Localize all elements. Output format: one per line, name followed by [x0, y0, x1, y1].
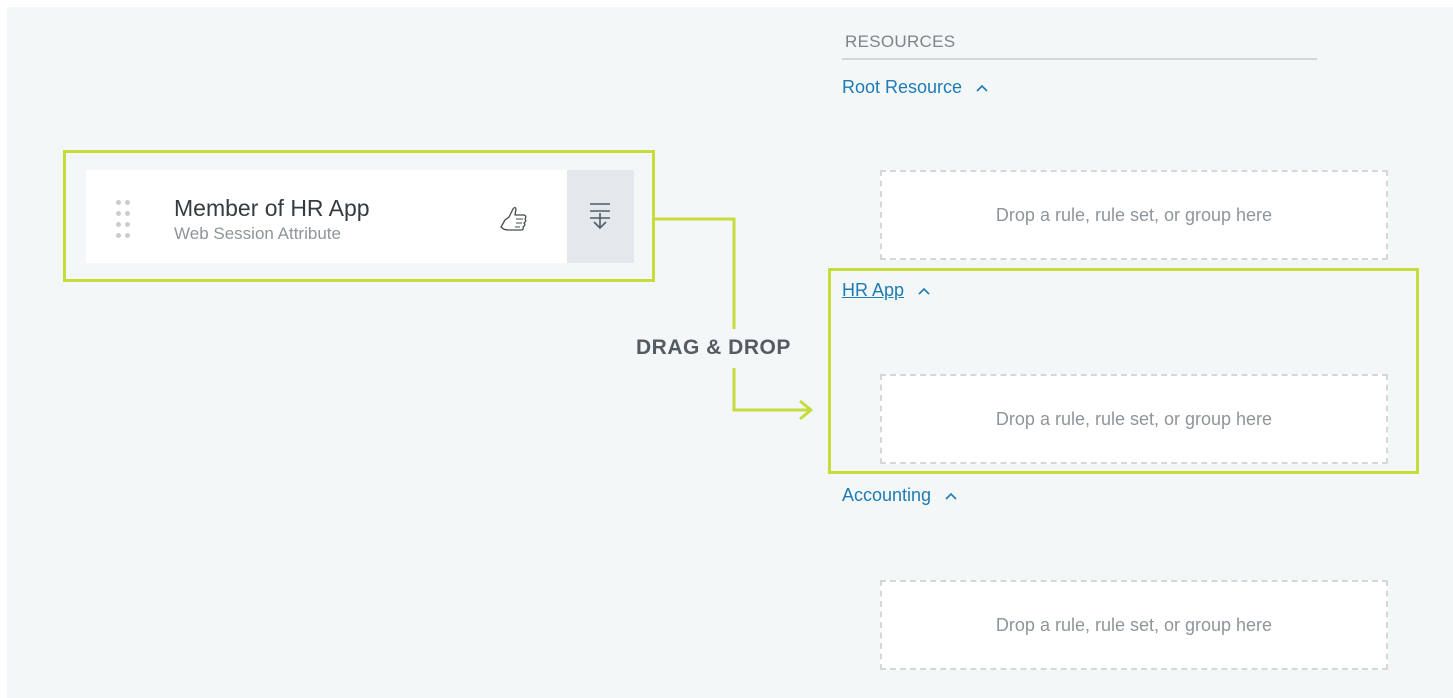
resources-heading: RESOURCES: [845, 32, 956, 51]
resource-accounting-link[interactable]: Accounting: [842, 485, 958, 506]
chevron-up-icon[interactable]: [944, 491, 958, 501]
resource-accounting-label: Accounting: [842, 485, 932, 505]
drag-drop-label: DRAG & DROP: [636, 336, 791, 359]
drop-zone-root[interactable]: Drop a rule, rule set, or group here: [880, 170, 1388, 260]
drop-zone-hr-app[interactable]: Drop a rule, rule set, or group here: [880, 374, 1388, 464]
resource-root-link[interactable]: Root Resource: [842, 77, 989, 98]
drop-zone-text: Drop a rule, rule set, or group here: [995, 614, 1273, 635]
resource-hr-app-label: HR App: [842, 280, 905, 300]
chevron-up-icon[interactable]: [917, 286, 931, 296]
resource-root-label: Root Resource: [842, 77, 963, 97]
resources-divider: [842, 58, 1317, 60]
drop-zone-text: Drop a rule, rule set, or group here: [995, 204, 1273, 225]
resource-hr-app-link[interactable]: HR App: [842, 280, 931, 301]
drop-zone-accounting[interactable]: Drop a rule, rule set, or group here: [880, 580, 1388, 670]
drop-zone-text: Drop a rule, rule set, or group here: [995, 408, 1273, 429]
chevron-up-icon[interactable]: [975, 83, 989, 93]
